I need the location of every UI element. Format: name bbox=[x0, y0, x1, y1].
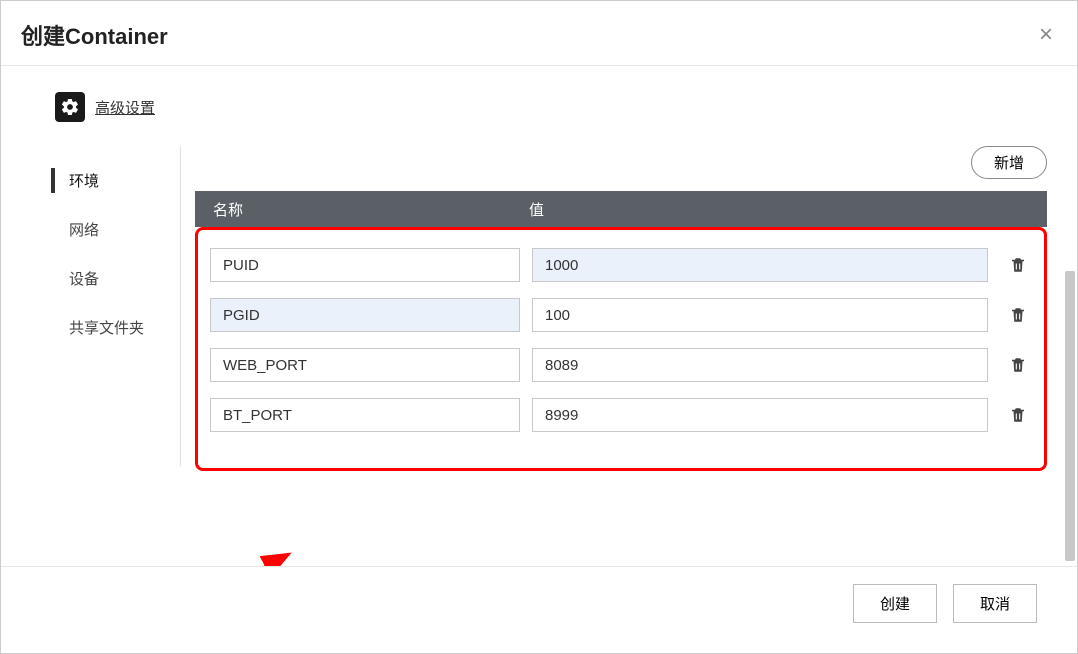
cancel-button[interactable]: 取消 bbox=[953, 584, 1037, 623]
settings-sidebar: 环境 网络 设备 共享文件夹 bbox=[51, 146, 181, 466]
trash-icon bbox=[1009, 305, 1027, 325]
trash-icon bbox=[1009, 355, 1027, 375]
sidebar-item-env[interactable]: 环境 bbox=[51, 156, 180, 205]
env-row bbox=[204, 340, 1038, 390]
trash-icon bbox=[1009, 255, 1027, 275]
sidebar-item-label: 网络 bbox=[69, 222, 99, 239]
modal-body: 高级设置 环境 网络 设备 共享文件夹 新增 bbox=[1, 66, 1077, 566]
modal-footer: 创建 取消 bbox=[1, 566, 1077, 640]
add-button[interactable]: 新增 bbox=[971, 146, 1047, 179]
sidebar-item-network[interactable]: 网络 bbox=[51, 205, 180, 254]
env-row bbox=[204, 390, 1038, 440]
env-row bbox=[204, 240, 1038, 290]
env-value-input[interactable] bbox=[532, 298, 988, 332]
scrollbar-thumb[interactable] bbox=[1065, 271, 1075, 561]
sidebar-item-label: 设备 bbox=[69, 271, 99, 288]
env-table-header: 名称 值 bbox=[195, 191, 1047, 227]
delete-row-button[interactable] bbox=[1000, 405, 1036, 425]
close-icon[interactable]: × bbox=[1039, 23, 1053, 47]
env-panel: 新增 名称 值 bbox=[181, 146, 1047, 471]
env-name-input[interactable] bbox=[210, 398, 520, 432]
delete-row-button[interactable] bbox=[1000, 305, 1036, 325]
gear-icon bbox=[55, 92, 85, 122]
annotation-arrow bbox=[31, 536, 311, 566]
env-rows-annotation bbox=[195, 227, 1047, 471]
env-name-input[interactable] bbox=[210, 348, 520, 382]
create-container-modal: 创建Container × 高级设置 环境 网络 设备 共享文件 bbox=[0, 0, 1078, 654]
add-row: 新增 bbox=[195, 146, 1047, 179]
modal-header: 创建Container × bbox=[1, 1, 1077, 66]
env-row bbox=[204, 290, 1038, 340]
sidebar-item-label: 环境 bbox=[69, 173, 99, 190]
sidebar-item-device[interactable]: 设备 bbox=[51, 254, 180, 303]
sidebar-item-shared-folder[interactable]: 共享文件夹 bbox=[51, 303, 180, 352]
env-value-input[interactable] bbox=[532, 248, 988, 282]
env-name-input[interactable] bbox=[210, 298, 520, 332]
advanced-settings-header: 高级设置 bbox=[1, 66, 1077, 136]
content-columns: 环境 网络 设备 共享文件夹 新增 名称 值 bbox=[1, 136, 1077, 471]
header-value: 值 bbox=[519, 199, 991, 220]
sidebar-item-label: 共享文件夹 bbox=[69, 320, 144, 337]
env-name-input[interactable] bbox=[210, 248, 520, 282]
modal-title: 创建Container bbox=[21, 19, 168, 51]
advanced-settings-link[interactable]: 高级设置 bbox=[95, 97, 155, 118]
create-button[interactable]: 创建 bbox=[853, 584, 937, 623]
delete-row-button[interactable] bbox=[1000, 355, 1036, 375]
delete-row-button[interactable] bbox=[1000, 255, 1036, 275]
env-value-input[interactable] bbox=[532, 398, 988, 432]
header-name: 名称 bbox=[195, 199, 519, 220]
env-value-input[interactable] bbox=[532, 348, 988, 382]
trash-icon bbox=[1009, 405, 1027, 425]
